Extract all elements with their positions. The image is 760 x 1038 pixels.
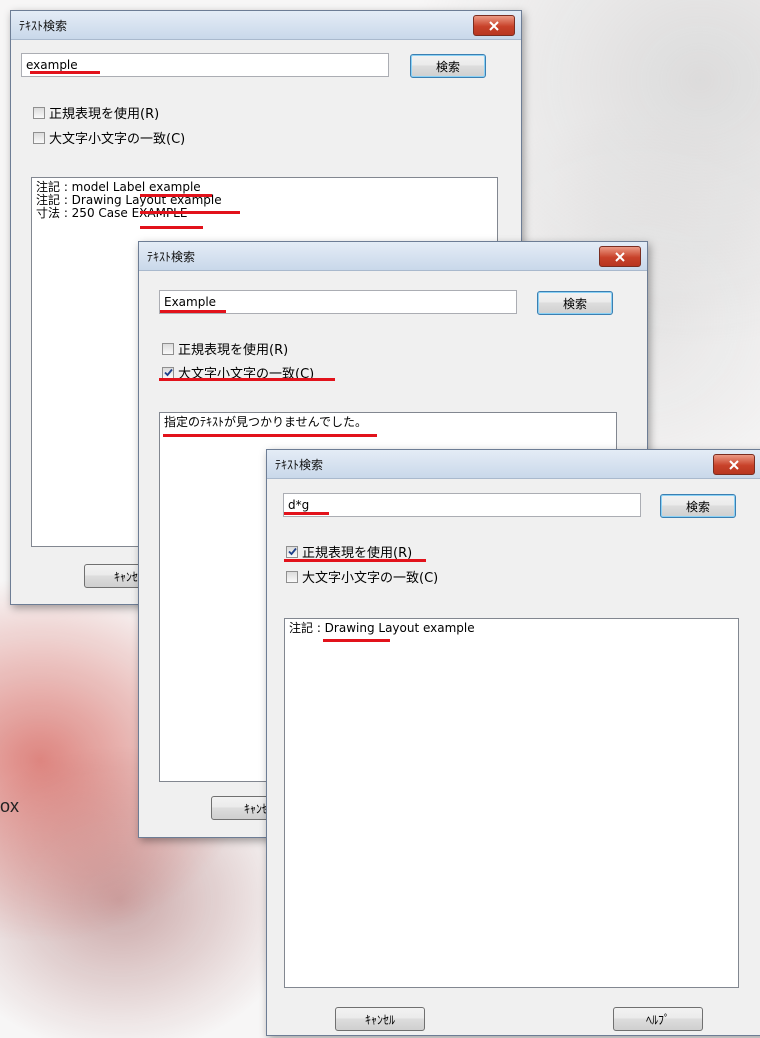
regex-checkbox[interactable] [162, 342, 174, 355]
close-button[interactable] [713, 454, 755, 475]
cancel-button[interactable]: ｷｬﾝｾﾙ [335, 1007, 425, 1031]
search-button[interactable]: 検索 [660, 494, 736, 518]
case-checkbox[interactable] [286, 570, 298, 583]
case-checkbox[interactable] [162, 366, 174, 379]
search-button[interactable]: 検索 [410, 54, 486, 78]
checkmark-icon [287, 547, 297, 556]
highlight-underline [30, 71, 100, 74]
case-checkbox[interactable] [33, 131, 45, 144]
case-option[interactable]: 大文字小文字の一致(C) [33, 128, 185, 147]
regex-checkbox[interactable] [286, 545, 298, 558]
close-button[interactable] [473, 15, 515, 36]
window-title: ﾃｷｽﾄ検索 [275, 458, 324, 472]
highlight-underline [284, 559, 426, 562]
regex-checkbox[interactable] [33, 106, 45, 119]
result-item[interactable]: 指定のﾃｷｽﾄが見つかりませんでした。 [164, 416, 612, 429]
help-button[interactable]: ﾍﾙﾌﾟ [613, 1007, 703, 1031]
case-label: 大文字小文字の一致(C) [302, 571, 439, 586]
regex-option[interactable]: 正規表現を使用(R) [33, 103, 159, 122]
close-icon [615, 251, 625, 262]
dialog-body: 検索 正規表現を使用(R) 大文字小文字の一致(C) 注記 : Drawing … [267, 479, 760, 1035]
highlight-underline [140, 194, 212, 197]
highlight-underline [323, 639, 390, 642]
result-item[interactable]: 寸法 : 250 Case EXAMPLE [36, 207, 493, 220]
highlight-underline [160, 310, 226, 313]
search-button[interactable]: 検索 [537, 291, 613, 315]
regex-option[interactable]: 正規表現を使用(R) [162, 339, 288, 358]
highlight-underline [284, 512, 329, 515]
case-option[interactable]: 大文字小文字の一致(C) [286, 567, 438, 586]
background-text: ox [0, 796, 20, 816]
title-bar[interactable]: ﾃｷｽﾄ検索 [11, 11, 521, 40]
highlight-underline [159, 378, 335, 381]
close-button[interactable] [599, 246, 641, 267]
results-list[interactable]: 注記 : Drawing Layout example [284, 618, 739, 988]
close-icon [489, 20, 499, 31]
result-item[interactable]: 注記 : Drawing Layout example [289, 622, 734, 635]
window-title: ﾃｷｽﾄ検索 [19, 19, 68, 33]
highlight-underline [140, 226, 203, 229]
close-icon [729, 459, 739, 470]
regex-label: 正規表現を使用(R) [178, 343, 289, 358]
title-bar[interactable]: ﾃｷｽﾄ検索 [139, 242, 647, 271]
search-input[interactable] [283, 493, 641, 517]
window-title: ﾃｷｽﾄ検索 [147, 250, 196, 264]
case-label: 大文字小文字の一致(C) [49, 132, 186, 147]
highlight-underline [140, 211, 240, 214]
checkmark-icon [163, 368, 173, 377]
highlight-underline [163, 434, 377, 437]
text-search-dialog-3: ﾃｷｽﾄ検索 検索 正規表現を使用(R) 大文字小文字の一致(C) 注記 : D… [266, 449, 760, 1036]
regex-label: 正規表現を使用(R) [49, 107, 160, 122]
title-bar[interactable]: ﾃｷｽﾄ検索 [267, 450, 760, 479]
